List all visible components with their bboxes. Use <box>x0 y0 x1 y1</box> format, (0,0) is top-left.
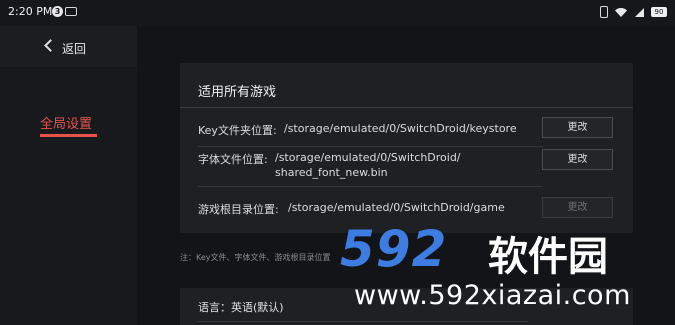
notification-app-icon <box>65 7 77 16</box>
divider <box>180 107 633 108</box>
setting-value: /storage/emulated/0/SwitchDroid/game <box>288 201 505 214</box>
chevron-left-icon <box>44 39 57 52</box>
section-title: 适用所有游戏 <box>198 85 277 100</box>
change-font-file-button[interactable]: 更改 <box>542 149 613 170</box>
active-indicator <box>40 134 97 137</box>
settings-card: 适用所有游戏 Key文件夹位置: /storage/emulated/0/Swi… <box>180 63 633 233</box>
status-icons: 90 <box>600 5 667 19</box>
back-label: 返回 <box>62 42 87 56</box>
battery-icon: 90 <box>651 7 667 17</box>
status-time: 2:20 PM <box>8 5 53 18</box>
main-content: 适用所有游戏 Key文件夹位置: /storage/emulated/0/Swi… <box>137 26 675 325</box>
setting-label: 字体文件位置: <box>198 153 268 166</box>
setting-label: 游戏根目录位置: <box>198 203 279 216</box>
language-setting[interactable]: 语言：英语(默认) <box>180 288 633 325</box>
row-divider <box>198 146 543 147</box>
sidebar: 返回 全局设置 <box>0 26 137 325</box>
language-label: 语言：英语(默认) <box>198 301 284 314</box>
notification-count-icon: 3 <box>52 6 63 17</box>
change-game-root-button[interactable]: 更改 <box>542 197 613 218</box>
sidebar-item-global-settings[interactable]: 全局设置 <box>0 108 137 144</box>
change-key-folder-button[interactable]: 更改 <box>542 117 613 138</box>
setting-value: /storage/emulated/0/SwitchDroid/keystore <box>284 122 517 135</box>
sidebar-item-label: 全局设置 <box>40 117 93 132</box>
vibrate-icon <box>600 6 608 18</box>
back-button[interactable]: 返回 <box>0 26 137 67</box>
status-bar: 2:20 PM 3 90 <box>0 0 675 26</box>
setting-label: Key文件夹位置: <box>198 124 277 137</box>
wifi-icon <box>615 7 627 17</box>
setting-value: /storage/emulated/0/SwitchDroid/ shared_… <box>275 151 461 179</box>
note-text: 注：Key文件、字体文件、游戏根目录位置 <box>180 253 331 262</box>
row-divider <box>198 186 543 187</box>
signal-icon <box>635 7 644 17</box>
row-divider <box>198 321 528 322</box>
